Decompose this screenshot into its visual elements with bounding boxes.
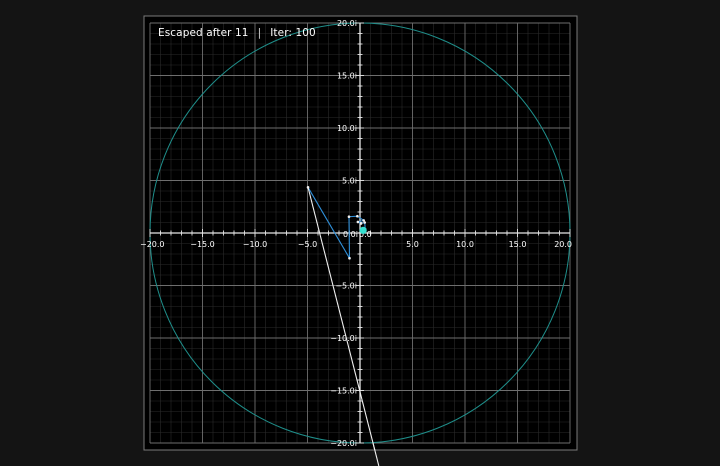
iteration-count-text: Iter: 100 — [270, 27, 316, 39]
start-point-marker[interactable] — [359, 226, 367, 234]
real-tick-label: 5.0 — [406, 240, 419, 249]
real-tick-label: −15.0 — [190, 240, 215, 249]
real-tick-label: −10.0 — [243, 240, 268, 249]
escaped-status-text: Escaped after 11 — [158, 27, 249, 39]
real-tick-label: −20.0 — [140, 240, 165, 249]
orbit-point — [359, 222, 363, 225]
real-tick-label: 10.0 — [456, 240, 474, 249]
imaginary-tick-label: −20.0i — [330, 439, 357, 448]
orbit-point — [356, 214, 359, 218]
orbit-point — [347, 215, 351, 219]
imaginary-tick-label: 5.0i — [342, 177, 357, 186]
orbit-point — [362, 219, 365, 222]
imaginary-tick-label: 10.0i — [337, 124, 357, 133]
orbit-point — [356, 220, 360, 224]
status-separator: | — [257, 27, 262, 39]
orbit-point — [348, 256, 351, 260]
origin-imag-label: 0.0i — [343, 230, 358, 239]
imaginary-tick-label: 20.0i — [337, 19, 357, 28]
imaginary-tick-label: −5.0i — [335, 282, 357, 291]
real-tick-label: 15.0 — [509, 240, 527, 249]
real-tick-label: 20.0 — [554, 240, 572, 249]
imaginary-tick-label: 15.0i — [337, 72, 357, 81]
imaginary-tick-label: −15.0i — [330, 387, 357, 396]
status-bar: Escaped after 11 | Iter: 100 — [158, 27, 316, 39]
mandelbrot-orbit-viewer: −20.0 −15.0 −10.0 −5.0 5.0 10.0 15.0 20.0 20.0i 1… — [0, 0, 720, 466]
complex-plane-plot[interactable]: −20.0 −15.0 −10.0 −5.0 5.0 10.0 15.0 20.0 20.0i 1… — [0, 0, 720, 466]
real-tick-label: −5.0 — [298, 240, 317, 249]
imaginary-tick-label: −10.0i — [330, 334, 357, 343]
